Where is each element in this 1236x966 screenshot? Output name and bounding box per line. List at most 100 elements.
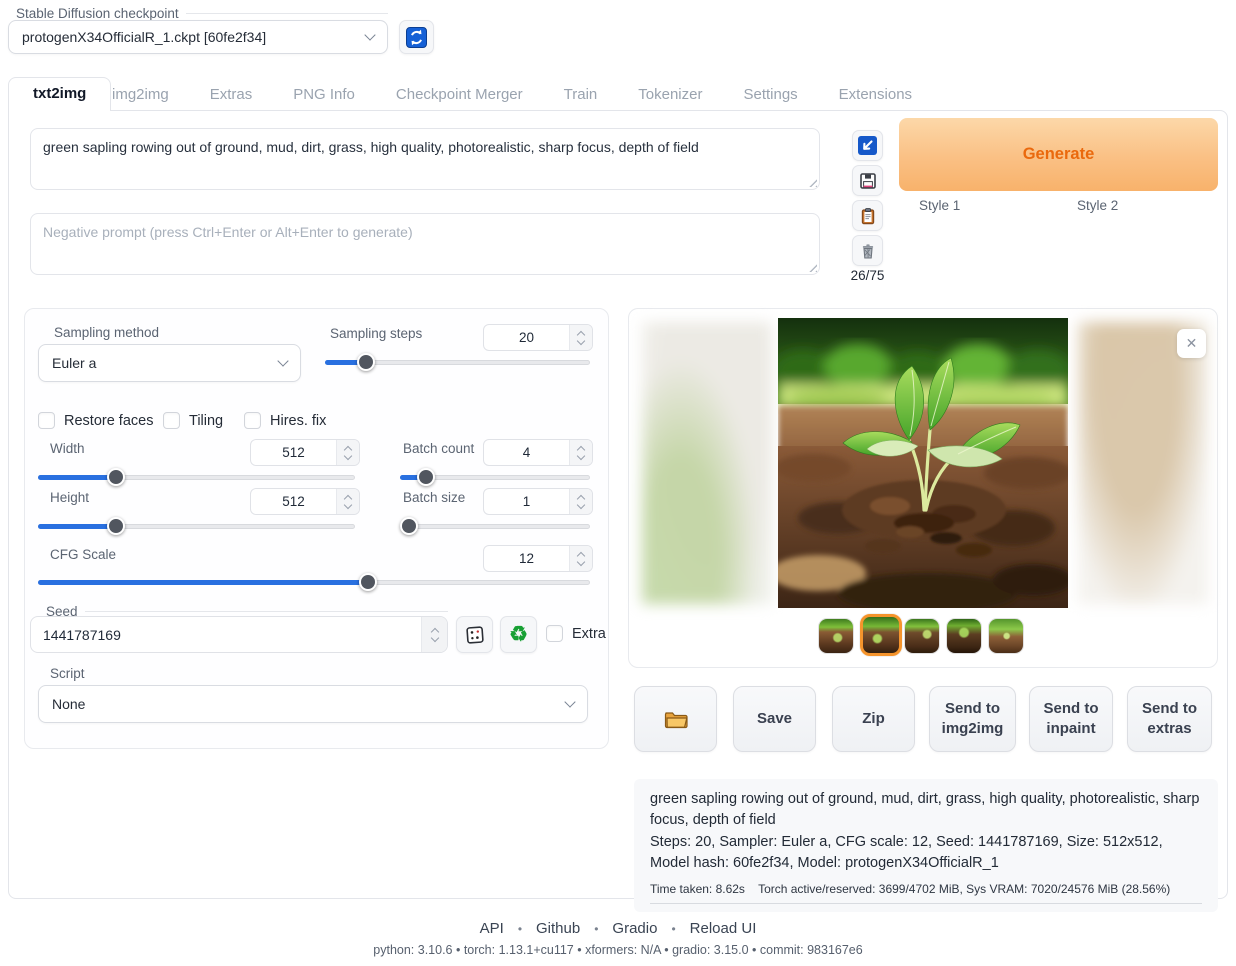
tab-txt2img[interactable]: txt2img [8,77,111,111]
clear-prompt-button[interactable] [852,235,883,266]
tab-train[interactable]: Train [564,86,598,103]
seed-value[interactable] [31,617,421,652]
footer-link-reload-ui[interactable]: Reload UI [690,920,757,937]
stepper-icon[interactable] [569,325,592,350]
open-folder-button[interactable] [634,686,717,752]
checkpoint-label: Stable Diffusion checkpoint [16,6,179,21]
sampling-steps-input[interactable] [483,324,593,351]
gallery-thumbnail-2-selected[interactable] [860,614,902,656]
checkbox-icon[interactable] [163,412,180,429]
extra-label: Extra [572,626,606,642]
batch-count-value[interactable] [484,440,569,465]
stepper-icon[interactable] [421,617,447,652]
gallery-thumbnail-4[interactable] [947,619,981,653]
send-to-inpaint-button[interactable]: Send to inpaint [1029,686,1113,752]
reuse-seed-button[interactable]: ♻ [500,616,537,653]
stepper-icon[interactable] [569,546,592,571]
footer-links: API • Github • Gradio • Reload UI [0,920,1236,937]
generate-button[interactable]: Generate [899,118,1218,191]
slider-knob[interactable] [359,573,377,591]
random-seed-button[interactable] [456,616,493,653]
stepper-icon[interactable] [569,440,592,465]
gallery-blur-right[interactable] [1078,322,1208,604]
tab-extensions[interactable]: Extensions [839,86,912,103]
stepper-icon[interactable] [336,440,359,465]
checkbox-icon[interactable] [244,412,261,429]
gallery-thumbnail-1[interactable] [819,619,853,653]
paste-generation-params-button[interactable] [852,130,883,161]
batch-size-input[interactable] [483,488,593,515]
checkbox-icon[interactable] [38,412,55,429]
tab-tokenizer[interactable]: Tokenizer [638,86,702,103]
width-value[interactable] [251,440,336,465]
chevron-down-icon [364,29,375,40]
height-slider[interactable] [38,517,355,535]
sampling-method-dropdown[interactable]: Euler a [38,344,301,382]
height-input[interactable] [250,488,360,515]
tiling-checkbox[interactable]: Tiling [163,412,223,429]
restore-faces-label: Restore faces [64,413,153,429]
chevron-down-icon [277,355,288,366]
footer-link-github[interactable]: Github [536,920,580,937]
chevron-down-icon [564,696,575,707]
prompt-input[interactable]: green sapling rowing out of ground, mud,… [30,128,820,190]
save-button[interactable]: Save [733,686,816,752]
refresh-checkpoint-button[interactable] [399,20,434,54]
close-icon: ✕ [1186,335,1198,352]
batch-count-label: Batch count [403,441,474,456]
zip-button[interactable]: Zip [832,686,915,752]
footer-version-info: python: 3.10.6 • torch: 1.13.1+cu117 • x… [0,943,1236,957]
apply-style-button[interactable] [852,200,883,231]
gallery-blur-left[interactable] [642,322,772,604]
checkpoint-value: protogenX34OfficialR_1.ckpt [60fe2f34] [22,29,358,45]
vram-stats-text: Torch active/reserved: 3699/4702 MiB, Sy… [758,882,1170,896]
time-taken-text: Time taken: 8.62s [650,882,745,896]
slider-knob[interactable] [107,468,125,486]
cfg-scale-value[interactable] [484,546,569,571]
hires-fix-checkbox[interactable]: Hires. fix [244,412,326,429]
height-value[interactable] [251,489,336,514]
slider-knob[interactable] [107,517,125,535]
footer-link-gradio[interactable]: Gradio [612,920,657,937]
gallery-thumbnail-3[interactable] [905,619,939,653]
send-to-extras-button[interactable]: Send to extras [1127,686,1212,752]
cfg-scale-slider[interactable] [38,573,590,591]
extra-seed-checkbox[interactable]: Extra [546,625,606,642]
tab-bar: img2img Extras PNG Info Checkpoint Merge… [112,77,912,111]
hires-fix-label: Hires. fix [270,413,326,429]
batch-size-value[interactable] [484,489,569,514]
stepper-icon[interactable] [569,489,592,514]
negative-prompt-input[interactable] [30,213,820,275]
gallery-thumbnail-5[interactable] [989,619,1023,653]
close-preview-button[interactable]: ✕ [1177,329,1206,358]
cfg-scale-input[interactable] [483,545,593,572]
seed-input[interactable] [30,616,448,653]
stepper-icon[interactable] [336,489,359,514]
sampling-steps-slider[interactable] [325,353,590,371]
generated-image-preview[interactable] [778,318,1068,608]
slider-knob[interactable] [400,517,418,535]
script-dropdown[interactable]: None [38,685,588,723]
restore-faces-checkbox[interactable]: Restore faces [38,412,153,429]
batch-count-input[interactable] [483,439,593,466]
save-style-button[interactable] [852,165,883,196]
checkbox-icon[interactable] [546,625,563,642]
arrow-down-left-icon [858,136,877,155]
sampling-steps-value[interactable] [484,325,569,350]
slider-knob[interactable] [417,468,435,486]
send-to-img2img-button[interactable]: Send to img2img [929,686,1016,752]
checkpoint-dropdown[interactable]: protogenX34OfficialR_1.ckpt [60fe2f34] [8,20,388,54]
tab-img2img[interactable]: img2img [112,86,169,103]
footer-link-api[interactable]: API [480,920,504,937]
tab-extras[interactable]: Extras [210,86,253,103]
batch-count-slider[interactable] [400,468,590,486]
slider-knob[interactable] [357,353,375,371]
tab-png-info[interactable]: PNG Info [293,86,355,103]
batch-size-label: Batch size [403,490,465,505]
width-slider[interactable] [38,468,355,486]
height-label: Height [50,490,89,505]
tab-checkpoint-merger[interactable]: Checkpoint Merger [396,86,523,103]
width-input[interactable] [250,439,360,466]
batch-size-slider[interactable] [400,517,590,535]
tab-settings[interactable]: Settings [743,86,797,103]
